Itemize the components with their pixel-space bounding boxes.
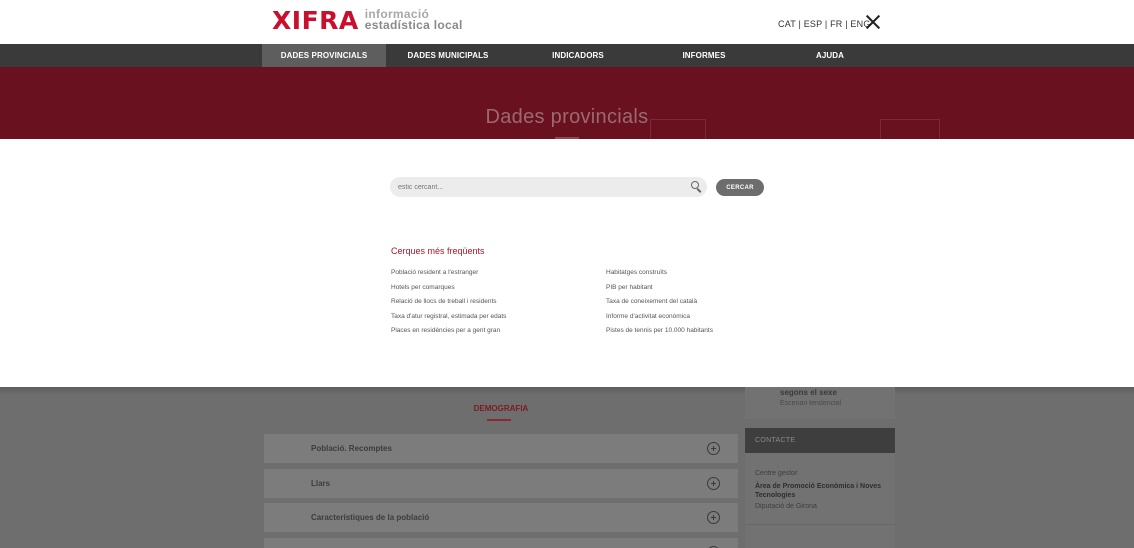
contact-card: Centre gestor Àrea de Promoció Econòmica… — [745, 453, 895, 548]
xifra-logo[interactable]: XIFRA informació estadística local — [272, 7, 463, 34]
logo-subtitle: informació estadística local — [365, 7, 463, 31]
contact-header-label: CONTACTE — [755, 437, 796, 444]
nav-item-dades-provincials[interactable]: DADES PROVINCIALS — [262, 44, 386, 67]
language-switcher[interactable]: CAT | ESP | FR | ENG — [778, 19, 871, 29]
sidebar-card-title: segons el sexe — [780, 388, 837, 397]
frequent-search-link[interactable]: Taxa de coneixement del català — [606, 295, 713, 310]
frequent-searches-left: Població resident a l'estranger Hotels p… — [391, 266, 506, 339]
logo-wordmark: XIFRA — [272, 6, 359, 35]
overlay-shadow — [0, 387, 1134, 395]
search-icon[interactable] — [691, 181, 702, 193]
frequent-search-link[interactable]: Població resident a l'estranger — [391, 266, 506, 281]
plus-circle-icon[interactable] — [707, 511, 720, 524]
nav-item-ajuda[interactable]: AJUDA — [772, 44, 888, 67]
divider — [745, 524, 895, 525]
frequent-searches-title: Cerques més freqüents — [391, 246, 485, 256]
frequent-search-link[interactable]: Taxa d'atur registral, estimada per edat… — [391, 310, 506, 325]
main-nav: DADES PROVINCIALS DADES MUNICIPALS INDIC… — [0, 44, 1134, 67]
sidebar-card[interactable]: segons el sexe Escenari tendencial — [745, 387, 895, 419]
accordion-label: Població. Recomptes — [311, 444, 392, 453]
page-content-dimmed: DEMOGRAFIA Població. Recomptes Llars Car… — [0, 387, 1134, 548]
frequent-search-link[interactable]: Relació de llocs de treball i residents — [391, 295, 506, 310]
frequent-search-link[interactable]: Pistes de tennis per 10.000 habitants — [606, 324, 713, 339]
search-bar — [390, 177, 707, 197]
accordion-row[interactable]: Població. Recomptes — [264, 434, 738, 463]
accordion-label: Característiques de la població — [311, 513, 430, 522]
centre-name: Àrea de Promoció Econòmica i Noves Tecno… — [755, 483, 882, 499]
category-underline — [487, 419, 511, 421]
sidebar-card-subtitle: Escenari tendencial — [780, 400, 842, 407]
nav-item-indicadors[interactable]: INDICADORS — [520, 44, 636, 67]
hero-banner: Dades provincials — [0, 67, 1134, 139]
page-title: Dades provincials — [485, 106, 649, 128]
frequent-searches-right: Habitatges construïts PIB per habitant T… — [606, 266, 713, 339]
title-underline — [555, 137, 579, 139]
accordion-row[interactable]: Llars — [264, 469, 738, 498]
centre-label: Centre gestor — [755, 470, 798, 477]
plus-circle-icon[interactable] — [707, 477, 720, 490]
close-icon[interactable] — [865, 14, 881, 30]
frequent-search-link[interactable]: Habitatges construïts — [606, 266, 713, 281]
nav-item-informes[interactable]: INFORMES — [646, 44, 762, 67]
search-input[interactable] — [398, 177, 678, 197]
nav-item-dades-municipals[interactable]: DADES MUNICIPALS — [386, 44, 510, 67]
centre-organization: Diputació de Girona — [755, 503, 817, 510]
contact-header: CONTACTE — [745, 428, 895, 453]
logo-line-2: estadística local — [364, 18, 463, 32]
search-button[interactable]: CERCAR — [716, 179, 764, 196]
frequent-search-link[interactable]: Informe d'activitat econòmica — [606, 310, 713, 325]
frequent-search-link[interactable]: Places en residències per a gent gran — [391, 324, 506, 339]
accordion-label: Llars — [311, 479, 331, 488]
accordion-row[interactable] — [264, 538, 738, 548]
plus-circle-icon[interactable] — [707, 442, 720, 455]
frequent-search-link[interactable]: PIB per habitant — [606, 281, 713, 296]
accordion-row[interactable]: Característiques de la població — [264, 503, 738, 532]
site-header: XIFRA informació estadística local CAT |… — [0, 0, 1134, 44]
frequent-search-link[interactable]: Hotels per comarques — [391, 281, 506, 296]
category-title: DEMOGRAFIA — [473, 404, 529, 413]
